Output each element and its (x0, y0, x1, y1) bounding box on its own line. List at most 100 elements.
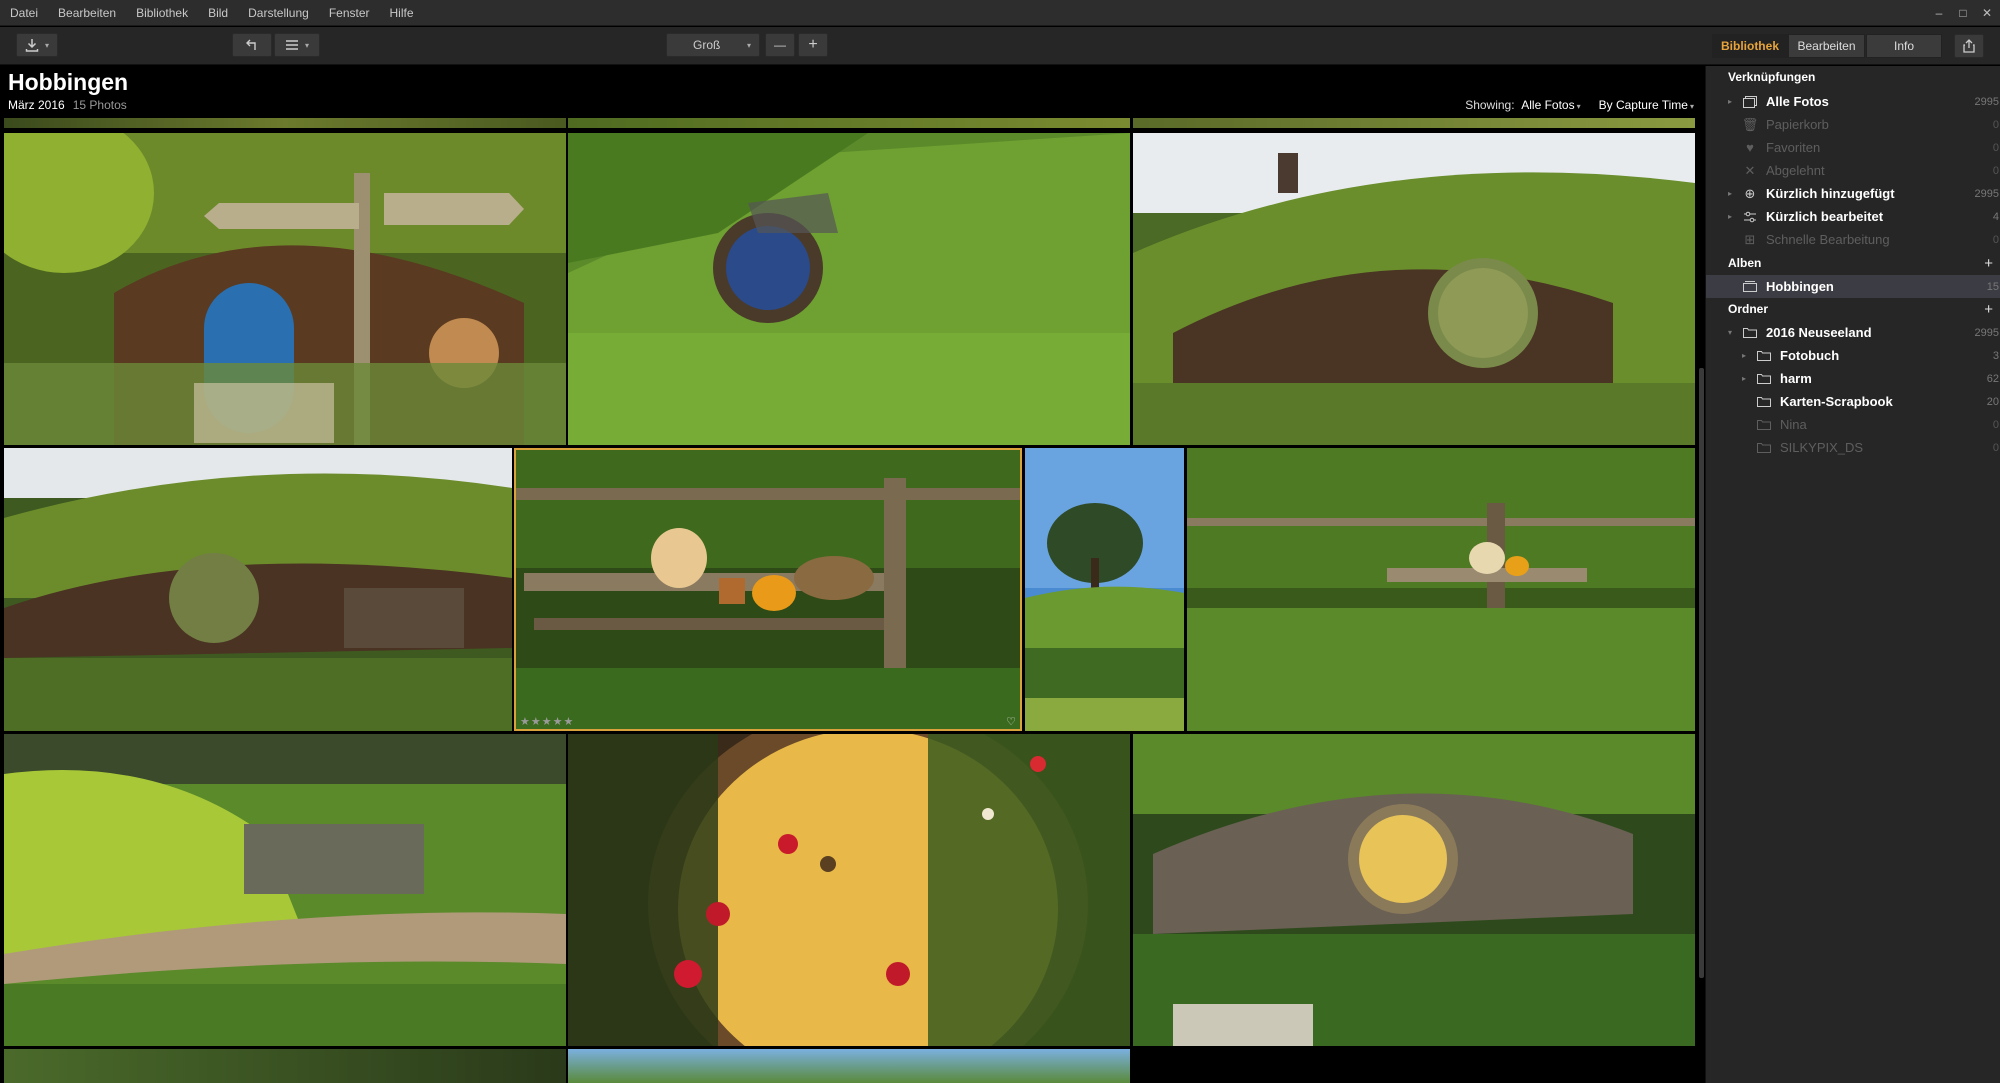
sidebar-folder-2016-neuseeland[interactable]: ▾ 2016 Neuseeland 2995 (1706, 321, 2000, 344)
import-button[interactable]: ▾ (16, 33, 58, 57)
section-label: Ordner (1728, 302, 1769, 316)
photo-browser: Hobbingen März 2016 15 Photos Showing: Al… (0, 66, 1704, 1083)
zoom-in-button[interactable]: + (798, 33, 828, 57)
chevron-right-icon[interactable]: ▸ (1742, 374, 1752, 383)
section-label: Verknüpfungen (1728, 70, 1816, 84)
sidebar-item-alle-fotos[interactable]: ▸ Alle Fotos 2995 (1706, 90, 2000, 113)
plus-circle-icon: ⊕ (1744, 185, 1756, 201)
chevron-down-icon[interactable]: ▾ (1728, 328, 1738, 337)
item-count: 4 (1992, 210, 1999, 223)
item-count: 0 (1992, 141, 1999, 154)
minimize-icon[interactable]: – (1932, 6, 1946, 20)
item-count: 0 (1992, 441, 1999, 454)
photo-hobbit-hole-garden (4, 448, 512, 731)
item-count: 2995 (1974, 187, 1999, 200)
photo-thumbnail[interactable] (4, 1049, 566, 1083)
item-count: 0 (1992, 164, 1999, 177)
sidebar-folder-fotobuch[interactable]: ▸ Fotobuch 3 (1706, 344, 2000, 367)
chevron-down-icon: ▾ (1689, 102, 1694, 111)
chevron-right-icon[interactable]: ▸ (1742, 351, 1752, 360)
photo-thumbnail[interactable] (568, 1049, 1130, 1083)
menu-darstellung[interactable]: Darstellung (238, 0, 319, 26)
chevron-right-icon[interactable]: ▸ (1728, 212, 1738, 221)
add-album-button[interactable]: + (1984, 255, 1993, 272)
chevron-right-icon[interactable]: ▸ (1728, 189, 1738, 198)
album-icon (1742, 280, 1758, 294)
close-icon[interactable]: ✕ (1980, 6, 1994, 20)
rating-stars[interactable]: ★★★★★ (520, 715, 574, 728)
chevron-right-icon[interactable]: ▸ (1728, 97, 1738, 106)
photo-round-window-grass (568, 133, 1130, 445)
folder-icon (1756, 349, 1772, 363)
menu-fenster[interactable]: Fenster (319, 0, 380, 26)
photo-partial-top[interactable] (4, 118, 566, 128)
item-count: 20 (1986, 395, 1999, 408)
back-button[interactable] (232, 33, 272, 57)
photo-thumbnail[interactable] (4, 448, 512, 731)
sidebar-item-schnelle-bearbeitung[interactable]: ⊞ Schnelle Bearbeitung 0 (1706, 228, 2000, 251)
photo-partial-top[interactable] (1133, 118, 1695, 128)
sidebar-folder-karten-scrapbook[interactable]: Karten-Scrapbook 20 (1706, 390, 2000, 413)
maximize-icon[interactable]: □ (1956, 6, 1970, 20)
trash-icon: 🗑 (1741, 116, 1759, 132)
photo-thumbnail[interactable] (4, 133, 566, 445)
sidebar-folder-nina[interactable]: Nina 0 (1706, 413, 2000, 436)
menu-bearbeiten[interactable]: Bearbeiten (48, 0, 126, 26)
section-folders: Ordner + (1706, 298, 2000, 320)
photo-thumbnail[interactable] (568, 734, 1130, 1046)
photos-icon (1742, 95, 1758, 109)
back-arrow-icon (246, 39, 256, 50)
sidebar-item-abgelehnt[interactable]: ✕ Abgelehnt 0 (1706, 159, 2000, 182)
menu-bibliothek[interactable]: Bibliothek (126, 0, 198, 26)
sidebar-item-label: Favoriten (1766, 140, 1821, 155)
tab-bearbeiten[interactable]: Bearbeiten (1788, 34, 1865, 58)
sidebar-item-favoriten[interactable]: ♥ Favoriten 0 (1706, 136, 2000, 159)
filter-bar: Showing: Alle Fotos ▾ By Capture Time ▾ (1465, 98, 1694, 112)
sidebar-item-label: harm (1780, 371, 1812, 386)
share-button[interactable] (1954, 34, 1984, 58)
chevron-down-icon: ▾ (304, 40, 309, 50)
x-icon: ✕ (1744, 162, 1756, 178)
sidebar-folder-harm[interactable]: ▸ harm 62 (1706, 367, 2000, 390)
sidebar-item-label: Papierkorb (1766, 117, 1829, 132)
menu-bild[interactable]: Bild (198, 0, 238, 26)
photo-thumbnail[interactable] (1187, 448, 1695, 731)
folder-icon (1756, 395, 1772, 409)
share-icon (1963, 39, 1975, 53)
album-count: 15 Photos (72, 98, 127, 112)
showing-filter[interactable]: Showing: Alle Fotos ▾ (1465, 98, 1580, 112)
add-folder-button[interactable]: + (1984, 301, 1993, 318)
menu-datei[interactable]: Datei (0, 0, 48, 26)
thumbnail-size-select[interactable]: Groß ▾ (666, 33, 760, 57)
tab-bibliothek[interactable]: Bibliothek (1712, 34, 1788, 58)
album-title: Hobbingen (8, 69, 129, 95)
item-count: 2995 (1974, 326, 1999, 339)
heart-icon: ♥ (1746, 140, 1754, 155)
sidebar-item-kuerzlich-bearbeitet[interactable]: ▸ Kürzlich bearbeitet 4 (1706, 205, 2000, 228)
photo-partial-top[interactable] (568, 118, 1130, 128)
sort-select[interactable]: By Capture Time ▾ (1599, 98, 1694, 112)
chevron-down-icon: ▾ (746, 40, 751, 50)
photo-bench-fence-garden (1187, 448, 1695, 731)
zoom-out-button[interactable]: — (765, 33, 795, 57)
photo-thumbnail[interactable] (1025, 448, 1184, 731)
photo-thumbnail[interactable] (4, 734, 566, 1046)
tab-info[interactable]: Info (1866, 34, 1942, 58)
sidebar-item-label: Abgelehnt (1766, 163, 1825, 178)
toolbar: ▾ ▾ Groß ▾ — + Bibliothek Bearbeiten Inf… (0, 27, 2000, 65)
photo-yellow-door-flowers (568, 734, 1130, 1046)
photo-thumbnail-selected[interactable]: ★★★★★ ♡ (514, 448, 1022, 731)
favorite-heart-icon[interactable]: ♡ (1006, 715, 1016, 728)
scrollbar-thumb[interactable] (1699, 368, 1704, 978)
photo-thumbnail[interactable] (1133, 734, 1695, 1046)
sidebar-item-label: 2016 Neuseeland (1766, 325, 1872, 340)
sidebar-item-kuerzlich-hinzugefuegt[interactable]: ▸ ⊕ Kürzlich hinzugefügt 2995 (1706, 182, 2000, 205)
photo-thumbnail[interactable] (568, 133, 1130, 445)
sidebar-item-hobbingen[interactable]: Hobbingen 15 (1706, 275, 2000, 298)
photo-thumbnail[interactable] (1133, 133, 1695, 445)
view-options-button[interactable]: ▾ (274, 33, 320, 57)
sidebar-folder-silkypix-ds[interactable]: SILKYPIX_DS 0 (1706, 436, 2000, 459)
sidebar-item-papierkorb[interactable]: 🗑 Papierkorb 0 (1706, 113, 2000, 136)
photo-lone-tree (1025, 448, 1184, 731)
menu-hilfe[interactable]: Hilfe (380, 0, 424, 26)
